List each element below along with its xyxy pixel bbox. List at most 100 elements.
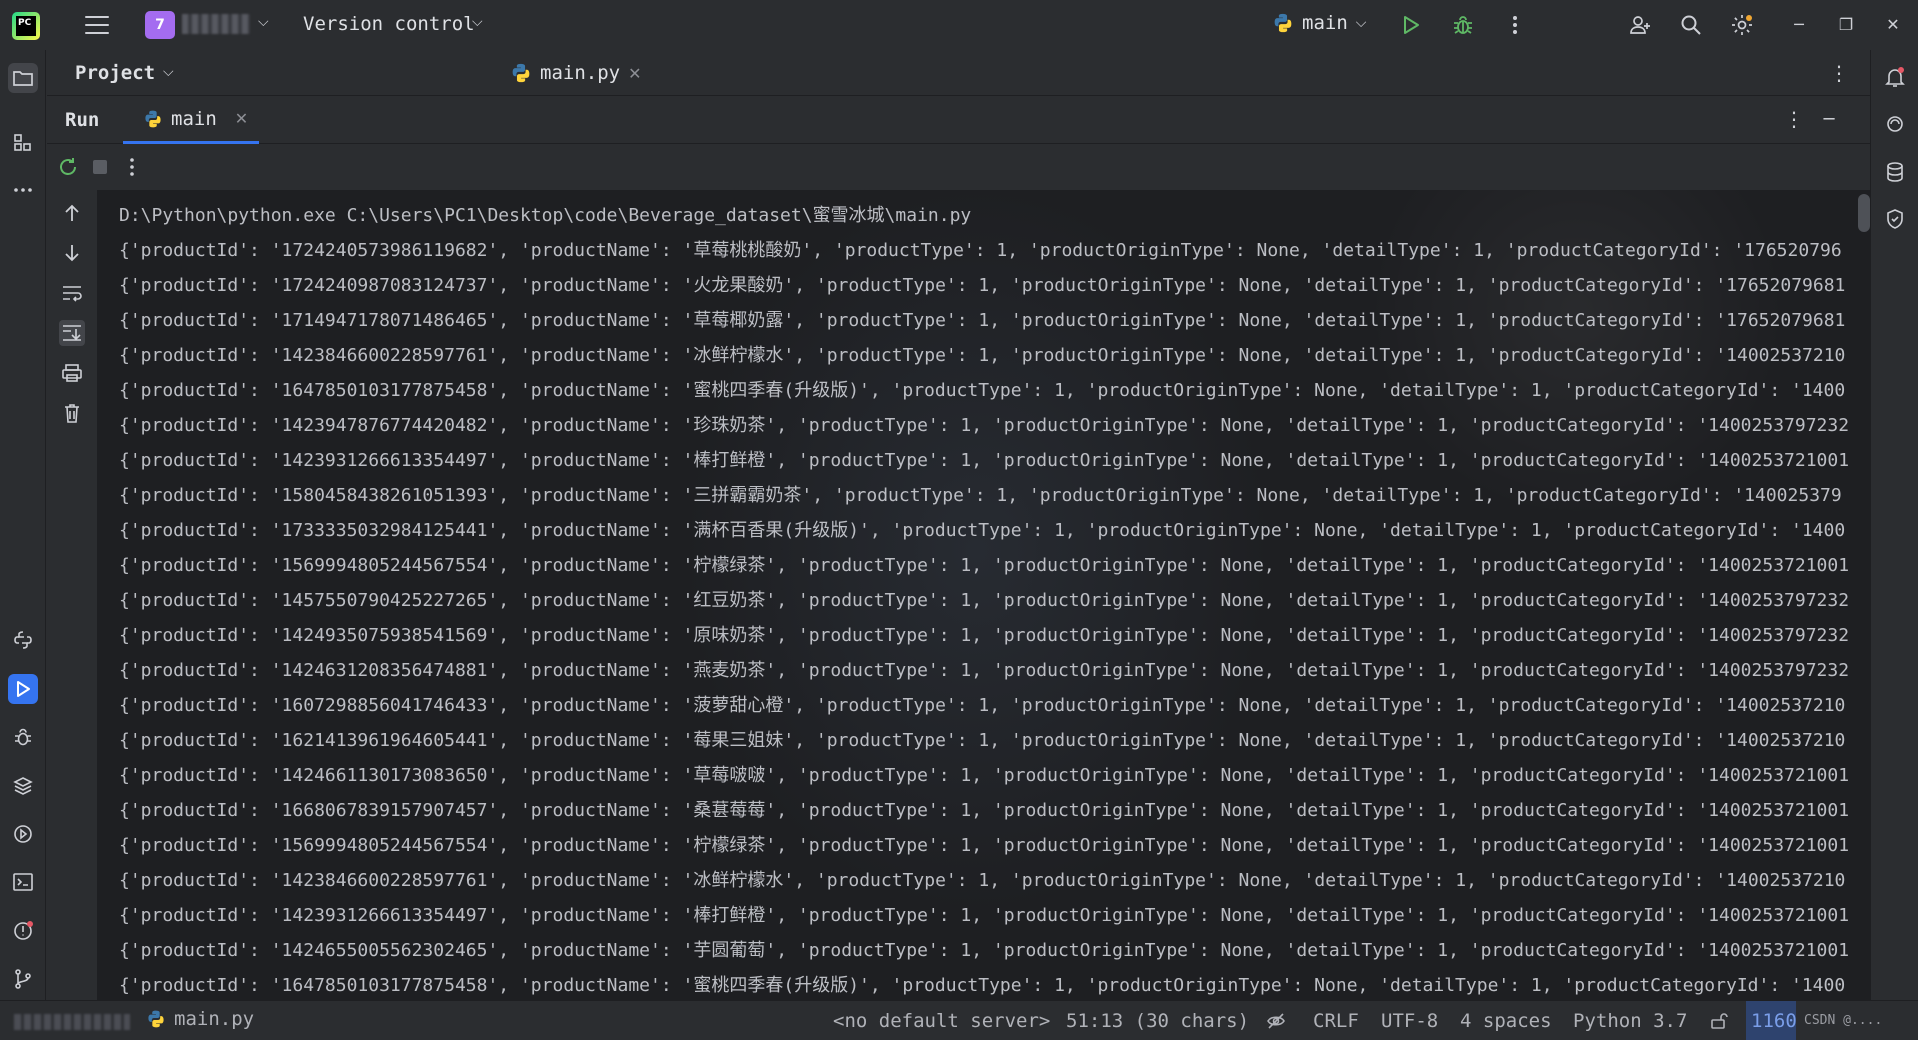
security-shield-icon[interactable] bbox=[1880, 204, 1910, 234]
read-only-lock-icon[interactable] bbox=[1710, 1012, 1728, 1035]
line-separator[interactable]: CRLF bbox=[1313, 1010, 1359, 1032]
pycharm-logo-icon[interactable]: PC bbox=[12, 12, 40, 40]
ai-assistant-icon[interactable] bbox=[1880, 109, 1910, 139]
csdn-watermark: CSDN @.... bbox=[1804, 1013, 1883, 1028]
console-output-line: {'productId': '1423846600228597761', 'pr… bbox=[119, 870, 1846, 891]
project-badge[interactable]: 7 bbox=[145, 11, 175, 39]
structure-icon[interactable] bbox=[8, 128, 38, 158]
debug-tool-window-icon[interactable] bbox=[8, 722, 38, 752]
breadcrumb-blurred[interactable] bbox=[14, 1014, 130, 1030]
console-output-line: {'productId': '1607298856041746433', 'pr… bbox=[119, 695, 1846, 716]
status-file-breadcrumb[interactable]: main.py bbox=[146, 1008, 254, 1030]
run-tab-main[interactable]: main ✕ bbox=[123, 96, 259, 144]
console-output-line: {'productId': '1714947178071486465', 'pr… bbox=[119, 310, 1846, 331]
scroll-down-arrow-icon[interactable] bbox=[59, 240, 85, 266]
status-file-name: main.py bbox=[174, 1008, 255, 1030]
print-icon[interactable] bbox=[59, 360, 85, 386]
add-user-icon[interactable] bbox=[1625, 10, 1655, 40]
run-config-chevron-down-icon: ⌵ bbox=[1355, 15, 1367, 31]
deployment-server-status[interactable]: <no default server> bbox=[833, 1010, 1050, 1032]
console-toolbar bbox=[47, 190, 97, 1000]
database-icon[interactable] bbox=[1880, 157, 1910, 187]
python-file-icon bbox=[148, 1010, 164, 1028]
run-toolbar bbox=[47, 144, 167, 190]
main-menu-icon[interactable] bbox=[84, 13, 110, 37]
console-output-line: {'productId': '1424661130173083650', 'pr… bbox=[119, 765, 1850, 786]
console-output-line: {'productId': '1423846600228597761', 'pr… bbox=[119, 345, 1846, 366]
python-interpreter[interactable]: Python 3.7 bbox=[1573, 1010, 1687, 1032]
status-bar: main.py <no default server> 51:13 (30 ch… bbox=[0, 1000, 1918, 1040]
debug-icon[interactable] bbox=[1448, 10, 1478, 40]
console-scrollbar-thumb[interactable] bbox=[1858, 194, 1870, 232]
project-view-chevron-down-icon[interactable]: ⌵ bbox=[163, 64, 174, 80]
more-actions-icon[interactable] bbox=[1500, 10, 1530, 40]
soft-wrap-icon[interactable] bbox=[59, 280, 85, 306]
console-output-line: {'productId': '1423931266613354497', 'pr… bbox=[119, 905, 1850, 926]
project-chevron-down-icon[interactable]: ⌵ bbox=[258, 14, 269, 30]
run-panel-title: Run bbox=[65, 109, 100, 131]
settings-gear-icon[interactable] bbox=[1727, 10, 1757, 40]
stop-icon[interactable] bbox=[87, 154, 113, 180]
console-output-line: {'productId': '1580458438261051393', 'pr… bbox=[119, 485, 1842, 506]
rerun-icon[interactable] bbox=[55, 154, 81, 180]
project-name-blurred[interactable] bbox=[182, 14, 250, 34]
console-output-line: {'productId': '1424655005562302465', 'pr… bbox=[119, 940, 1850, 961]
editor-tab-main-py[interactable]: main.py ✕ bbox=[502, 50, 649, 96]
run-configuration-selector[interactable]: main ⌵ bbox=[1272, 12, 1366, 34]
hide-panel-icon[interactable]: ─ bbox=[1817, 106, 1841, 132]
console-output-line: {'productId': '1647850103177875458', 'pr… bbox=[119, 380, 1846, 401]
run-configuration-name: main bbox=[1302, 12, 1348, 34]
problems-icon[interactable] bbox=[8, 916, 38, 946]
indent-setting[interactable]: 4 spaces bbox=[1460, 1010, 1552, 1032]
console-output-line: {'productId': '1569994805244567554', 'pr… bbox=[119, 835, 1850, 856]
services-icon[interactable] bbox=[8, 819, 38, 849]
console-output-line: {'productId': '1621413961964605441', 'pr… bbox=[119, 730, 1846, 751]
version-control-menu[interactable]: Version control bbox=[303, 13, 475, 35]
python-icon bbox=[145, 110, 161, 127]
more-tool-windows-icon[interactable] bbox=[8, 175, 38, 205]
close-window-icon[interactable]: ✕ bbox=[1881, 12, 1905, 36]
title-bar: PC 7 ⌵ Version control ⌵ main ⌵ ─ ❐ ✕ bbox=[0, 0, 1918, 50]
notifications-bell-icon[interactable] bbox=[1880, 62, 1910, 92]
pycharm-logo-text: PC bbox=[16, 16, 36, 36]
editor-tab-label: main.py bbox=[540, 62, 621, 84]
restore-window-icon[interactable]: ❐ bbox=[1834, 12, 1858, 36]
python-file-icon bbox=[512, 63, 530, 83]
console-output-line: {'productId': '1724240987083124737', 'pr… bbox=[119, 275, 1846, 296]
editor-tabs-more-icon[interactable]: ⋮ bbox=[1827, 60, 1851, 86]
console-output-line: {'productId': '1424935075938541569', 'pr… bbox=[119, 625, 1850, 646]
run-panel-header: Run main ✕ ⋮ ─ bbox=[47, 96, 1870, 144]
no-highlight-eye-icon[interactable] bbox=[1266, 1012, 1286, 1035]
caret-position[interactable]: 51:13 (30 chars) bbox=[1066, 1010, 1249, 1032]
project-panel-title[interactable]: Project bbox=[75, 62, 155, 84]
right-tool-window-bar bbox=[1870, 50, 1918, 1000]
console-lines: D:\Python\python.exe C:\Users\PC1\Deskto… bbox=[119, 198, 1870, 1000]
git-branch-icon[interactable] bbox=[8, 964, 38, 994]
layers-icon[interactable] bbox=[8, 771, 38, 801]
search-icon[interactable] bbox=[1676, 10, 1706, 40]
run-more-icon[interactable] bbox=[119, 154, 145, 180]
console-output-line: {'productId': '1423947876774420482', 'pr… bbox=[119, 415, 1850, 436]
console-output[interactable]: D:\Python\python.exe C:\Users\PC1\Deskto… bbox=[97, 190, 1870, 1000]
python-packages-icon[interactable] bbox=[8, 625, 38, 655]
scroll-up-arrow-icon[interactable] bbox=[59, 200, 85, 226]
terminal-icon[interactable] bbox=[8, 867, 38, 897]
run-tool-window-icon[interactable] bbox=[8, 674, 38, 704]
project-and-editor-tabs: Project ⌵ main.py ✕ ⋮ bbox=[47, 50, 1870, 96]
left-tool-window-bar bbox=[0, 50, 46, 1000]
run-panel-options-icon[interactable]: ⋮ bbox=[1782, 106, 1806, 132]
run-icon[interactable] bbox=[1396, 10, 1426, 40]
console-command-line: D:\Python\python.exe C:\Users\PC1\Deskto… bbox=[119, 205, 972, 226]
console-output-line: {'productId': '1569994805244567554', 'pr… bbox=[119, 555, 1850, 576]
minimize-window-icon[interactable]: ─ bbox=[1787, 12, 1811, 36]
console-output-line: {'productId': '1733335032984125441', 'pr… bbox=[119, 520, 1846, 541]
clear-all-trash-icon[interactable] bbox=[59, 400, 85, 426]
file-encoding[interactable]: UTF-8 bbox=[1381, 1010, 1438, 1032]
scroll-to-end-icon[interactable] bbox=[59, 320, 85, 346]
version-control-chevron-down-icon[interactable]: ⌵ bbox=[472, 14, 483, 30]
console-output-line: {'productId': '1424631208356474881', 'pr… bbox=[119, 660, 1850, 681]
close-tab-icon[interactable]: ✕ bbox=[628, 64, 641, 83]
project-folder-icon[interactable] bbox=[8, 63, 38, 93]
memory-indicator[interactable]: 1160 bbox=[1751, 1010, 1797, 1032]
close-run-tab-icon[interactable]: ✕ bbox=[235, 109, 248, 128]
